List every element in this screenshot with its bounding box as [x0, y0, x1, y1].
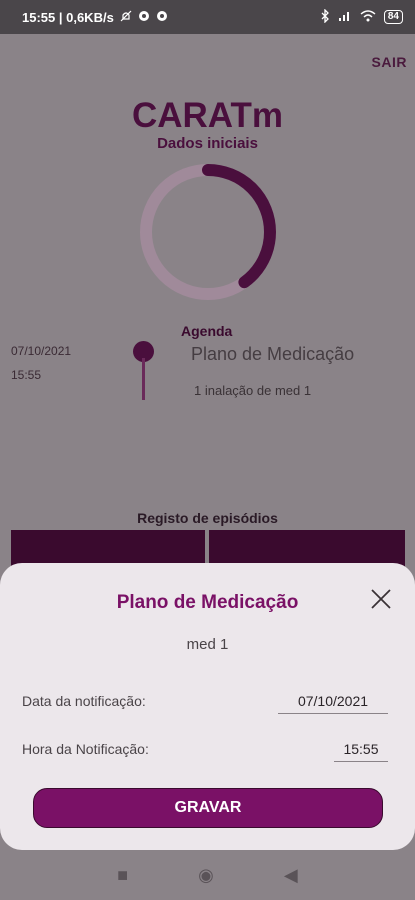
time-field[interactable]: 15:55	[334, 741, 388, 762]
status-time: 15:55 | 0,6KB/s	[22, 9, 114, 25]
timeline-line	[142, 358, 145, 400]
page-subtitle: Dados iniciais	[157, 135, 258, 152]
agenda-event-title[interactable]: Plano de Medicação	[191, 344, 354, 365]
date-field[interactable]: 07/10/2021	[278, 693, 388, 714]
agenda-title: Agenda	[181, 323, 233, 339]
app-notification-icon	[138, 10, 150, 25]
medication-name: med 1	[186, 636, 229, 653]
status-bar: 15:55 | 0,6KB/s 84	[0, 0, 415, 34]
back-icon[interactable]: ◀	[284, 865, 298, 886]
system-nav-bar: ■ ◉ ◀	[0, 850, 415, 900]
app-title: CARATm	[131, 96, 283, 135]
signal-icon	[338, 10, 352, 25]
wifi-icon	[360, 9, 376, 25]
recent-apps-icon[interactable]: ■	[117, 865, 128, 886]
close-icon[interactable]	[369, 587, 393, 611]
time-label: Hora da Notificação:	[22, 741, 149, 757]
agenda-event-detail: 1 inalação de med 1	[194, 383, 312, 398]
silent-bell-icon	[120, 10, 132, 25]
progress-ring	[140, 164, 276, 300]
home-icon[interactable]: ◉	[198, 865, 214, 886]
save-button[interactable]: GRAVAR	[33, 788, 383, 828]
episodes-title: Registo de episódios	[137, 510, 278, 526]
agenda-time: 15:55	[11, 368, 42, 382]
bluetooth-icon	[320, 7, 330, 26]
app-notification-icon	[156, 10, 168, 25]
date-label: Data da notificação:	[22, 693, 146, 709]
modal-title: Plano de Medicação	[116, 592, 299, 613]
battery-indicator: 84	[383, 10, 403, 24]
medication-modal: Plano de Medicação med 1 Data da notific…	[0, 563, 415, 850]
agenda-date: 07/10/2021	[11, 344, 72, 358]
logout-button[interactable]: SAIR	[372, 54, 407, 70]
